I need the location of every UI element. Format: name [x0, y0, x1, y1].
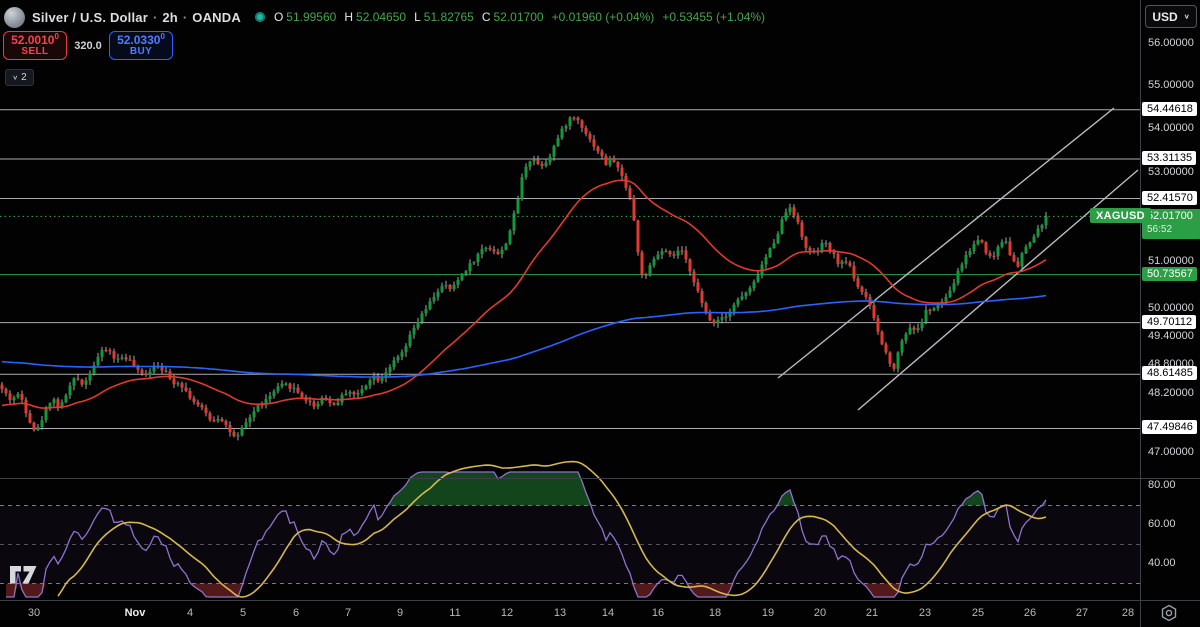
rsi-tick-label: 60.00 [1148, 518, 1176, 530]
time-label: 5 [240, 607, 246, 619]
open-value: 51.99560 [286, 10, 336, 24]
title-separator: · [153, 10, 157, 25]
legend-collapse-button[interactable]: ∨ 2 [5, 69, 34, 86]
time-label: 12 [501, 607, 513, 619]
price-tick-label: 48.20000 [1148, 387, 1194, 399]
close-label: C [482, 10, 491, 24]
price-chart[interactable] [0, 0, 1200, 627]
price-tick-label: 50.00000 [1148, 302, 1194, 314]
rsi-tick-label: 80.00 [1148, 479, 1176, 491]
candles[interactable] [1, 116, 1048, 440]
price-tick-label: 53.00000 [1148, 166, 1194, 178]
time-label: 19 [762, 607, 774, 619]
price-level-badge: 48.61485 [1142, 366, 1197, 380]
time-axis[interactable]: 30 Nov 4 5 6 7 9 11 12 13 14 16 18 19 20 21 23 25 26 27 28 [0, 601, 1200, 627]
open-label: O [274, 10, 283, 24]
close-value: 52.01700 [494, 10, 544, 24]
time-label: 27 [1076, 607, 1088, 619]
buy-label: BUY [130, 47, 152, 58]
price-tick-label: 51.00000 [1148, 255, 1194, 267]
price-tick-label: 49.40000 [1148, 330, 1194, 342]
currency-label: USD [1152, 10, 1177, 24]
time-label: 16 [652, 607, 664, 619]
price-axis[interactable]: USD ∨ 52.01700 56:52 56.00000 55.00000 54.… [1141, 0, 1200, 627]
low-value: 51.82765 [424, 10, 474, 24]
high-label: H [344, 10, 353, 24]
currency-dropdown[interactable]: USD ∨ [1145, 5, 1197, 28]
tradingview-logo[interactable] [9, 565, 39, 585]
buy-button[interactable]: 52.03300 BUY [109, 31, 173, 60]
bar-countdown: 56:52 [1147, 224, 1200, 237]
time-label: 11 [449, 607, 460, 619]
chart-window: Silver / U.S. Dollar · 2h · OANDA O 51.9… [0, 0, 1200, 627]
sell-button[interactable]: 52.00100 SELL [3, 31, 67, 60]
time-label: 14 [602, 607, 614, 619]
price-level-badge: 52.41570 [1142, 191, 1197, 205]
time-label: 9 [397, 607, 403, 619]
time-label: 30 [28, 607, 40, 619]
symbol-title[interactable]: Silver / U.S. Dollar [32, 10, 148, 25]
time-label: 28 [1122, 607, 1134, 619]
title-separator: · [183, 10, 187, 25]
buy-price-sup: 0 [160, 32, 164, 41]
price-tick-label: 55.00000 [1148, 79, 1194, 91]
exchange-label: OANDA [192, 10, 241, 25]
interval-label[interactable]: 2h [162, 10, 178, 25]
price-tick-label: 56.00000 [1148, 37, 1194, 49]
time-label: 18 [709, 607, 721, 619]
market-status-icon[interactable] [255, 12, 265, 22]
symbol-legend[interactable]: Silver / U.S. Dollar · 2h · OANDA O 51.9… [4, 5, 773, 29]
price-level-badge: 47.49846 [1142, 420, 1197, 434]
sell-label: SELL [21, 47, 48, 58]
spread-value: 320.0 [67, 40, 109, 52]
chevron-down-icon: ∨ [12, 74, 18, 81]
time-label: 20 [814, 607, 826, 619]
sell-price-sup: 0 [54, 32, 58, 41]
chevron-down-icon: ∨ [1184, 13, 1190, 20]
price-level-badge: 49.70112 [1142, 315, 1196, 329]
time-label: 25 [972, 607, 984, 619]
price-level-badge: 54.44618 [1142, 102, 1197, 116]
price-level-badge: 53.31135 [1142, 151, 1196, 165]
time-label: 26 [1024, 607, 1036, 619]
instrument-logo-icon [4, 7, 25, 28]
collapse-count: 2 [21, 72, 27, 83]
last-price-value: 52.01700 [1147, 210, 1200, 224]
time-label: Nov [125, 607, 146, 619]
time-label: 7 [345, 607, 351, 619]
low-label: L [414, 10, 421, 24]
price-tick-label: 54.00000 [1148, 122, 1194, 134]
price-tick-label: 47.00000 [1148, 446, 1194, 458]
blue-ma-line[interactable] [2, 296, 1046, 377]
bar-change: +0.01960 (+0.04%) [552, 10, 655, 24]
time-label: 23 [919, 607, 931, 619]
symbol-price-label: XAGUSD [1090, 208, 1151, 223]
price-level-badge: 50.73567 [1142, 267, 1197, 281]
high-value: 52.04650 [356, 10, 406, 24]
trade-widget: 52.00100 SELL 320.0 52.03300 BUY [3, 31, 173, 60]
gear-icon[interactable] [1160, 604, 1182, 624]
time-label: 21 [866, 607, 878, 619]
rsi-tick-label: 40.00 [1148, 557, 1176, 569]
time-label: 13 [554, 607, 566, 619]
day-change: +0.53455 (+1.04%) [662, 10, 765, 24]
time-label: 4 [187, 607, 193, 619]
trend-channel-line[interactable] [778, 108, 1114, 378]
time-label: 6 [293, 607, 299, 619]
